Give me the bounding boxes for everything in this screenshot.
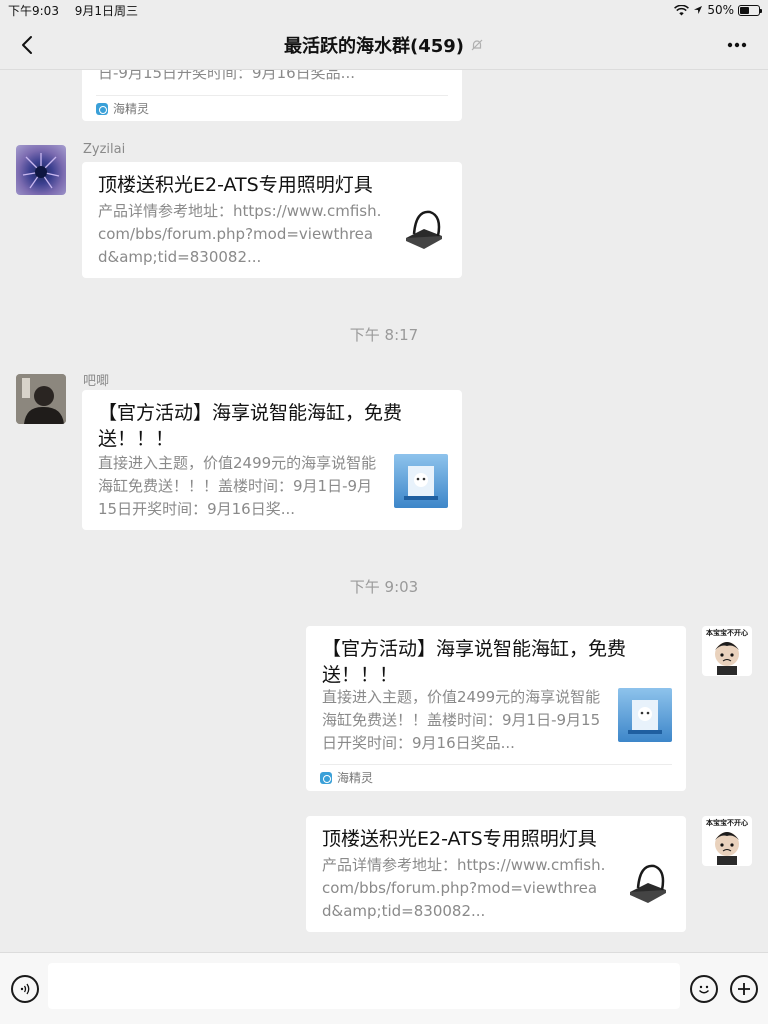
avatar[interactable] [16, 145, 66, 195]
chat-title: 最活跃的海水群(459) [284, 32, 484, 58]
wifi-icon [674, 4, 690, 15]
status-date: 9月1日周三 [74, 3, 139, 18]
card-thumbnail [394, 454, 448, 508]
chat-area[interactable]: 日-9月15日开奖时间：9月16日奖品... 海精灵 Zyzilai 顶楼送积光… [0, 70, 768, 952]
chat-timestamp: 下午 8:17 [349, 326, 419, 344]
location-arrow-icon [694, 6, 703, 14]
avatar[interactable]: 本宝宝不开心 [702, 816, 752, 866]
chat-timestamp: 下午 9:03 [349, 578, 419, 596]
card-description: 产品详情参考地址：https://www.cmfish.com/bbs/foru… [98, 202, 382, 266]
card-title: 顶楼送积光E2-ATS专用照明灯具 [98, 174, 373, 196]
card-thumbnail [394, 202, 448, 256]
card-source: 海精灵 [320, 764, 672, 790]
card-description: 直接进入主题，价值2499元的海享说智能海缸免费送！！盖楼时间：9月1日-9月1… [322, 688, 601, 752]
card-description: 日-9月15日开奖时间：9月16日奖品... [98, 70, 355, 82]
group-name: 最活跃的海水群(459) [283, 35, 465, 57]
coral-avatar-icon [22, 153, 60, 189]
status-time: 下午9:03 [8, 3, 59, 18]
more-dots-icon[interactable] [722, 32, 752, 58]
card-thumbnail [618, 856, 672, 910]
back-chevron-icon[interactable] [14, 32, 40, 58]
baby-sticker-avatar-icon [715, 642, 739, 675]
plus-icon[interactable] [730, 975, 758, 1003]
nav-bar: 最活跃的海水群(459) [0, 20, 768, 70]
link-card[interactable]: 【官方活动】海享说智能海缸，免费送！！！ 直接进入主题，价值2499元的海享说智… [306, 626, 686, 791]
card-description: 产品详情参考地址：https://www.cmfish.com/bbs/foru… [322, 856, 606, 920]
emoji-icon[interactable] [690, 975, 718, 1003]
card-title: 【官方活动】海享说智能海缸，免费送！！！ [322, 638, 627, 686]
source-logo-icon [320, 771, 332, 784]
voice-icon[interactable] [11, 975, 39, 1003]
source-name: 海精灵 [113, 102, 150, 116]
led-lamp-thumbnail-icon [630, 864, 666, 903]
link-card[interactable]: 日-9月15日开奖时间：9月16日奖品... 海精灵 [82, 70, 462, 121]
message-input[interactable] [48, 963, 680, 1009]
card-thumbnail [618, 688, 672, 742]
card-source: 海精灵 [96, 95, 448, 121]
status-bar: 下午9:03 9月1日周三 50% [0, 0, 768, 20]
card-description: 直接进入主题，价值2499元的海享说智能海缸免费送！！！盖楼时间：9月1日-9月… [98, 454, 377, 518]
link-card[interactable]: 【官方活动】海享说智能海缸，免费送！！！ 直接进入主题，价值2499元的海享说智… [82, 390, 462, 530]
avatar[interactable]: 本宝宝不开心 [702, 626, 752, 676]
source-name: 海精灵 [337, 771, 374, 785]
aquarium-thumbnail-icon [404, 466, 438, 500]
sender-name: Zyzilai [83, 142, 126, 157]
led-lamp-thumbnail-icon [406, 210, 442, 249]
battery-percent: 50% [707, 3, 734, 17]
card-title: 【官方活动】海享说智能海缸，免费送！！！ [98, 402, 403, 450]
link-card[interactable]: 顶楼送积光E2-ATS专用照明灯具 产品详情参考地址：https://www.c… [306, 816, 686, 932]
aquarium-thumbnail-icon [628, 700, 662, 734]
card-title: 顶楼送积光E2-ATS专用照明灯具 [322, 828, 597, 850]
avatar[interactable] [16, 374, 66, 424]
mute-bell-icon [471, 39, 483, 50]
input-bar [0, 952, 768, 1024]
person-avatar-icon [16, 374, 66, 424]
sender-name: 吧唧 [83, 374, 110, 389]
baby-sticker-avatar-icon [715, 832, 739, 865]
battery-icon [738, 4, 762, 16]
link-card[interactable]: 顶楼送积光E2-ATS专用照明灯具 产品详情参考地址：https://www.c… [82, 162, 462, 278]
source-logo-icon [96, 102, 108, 115]
